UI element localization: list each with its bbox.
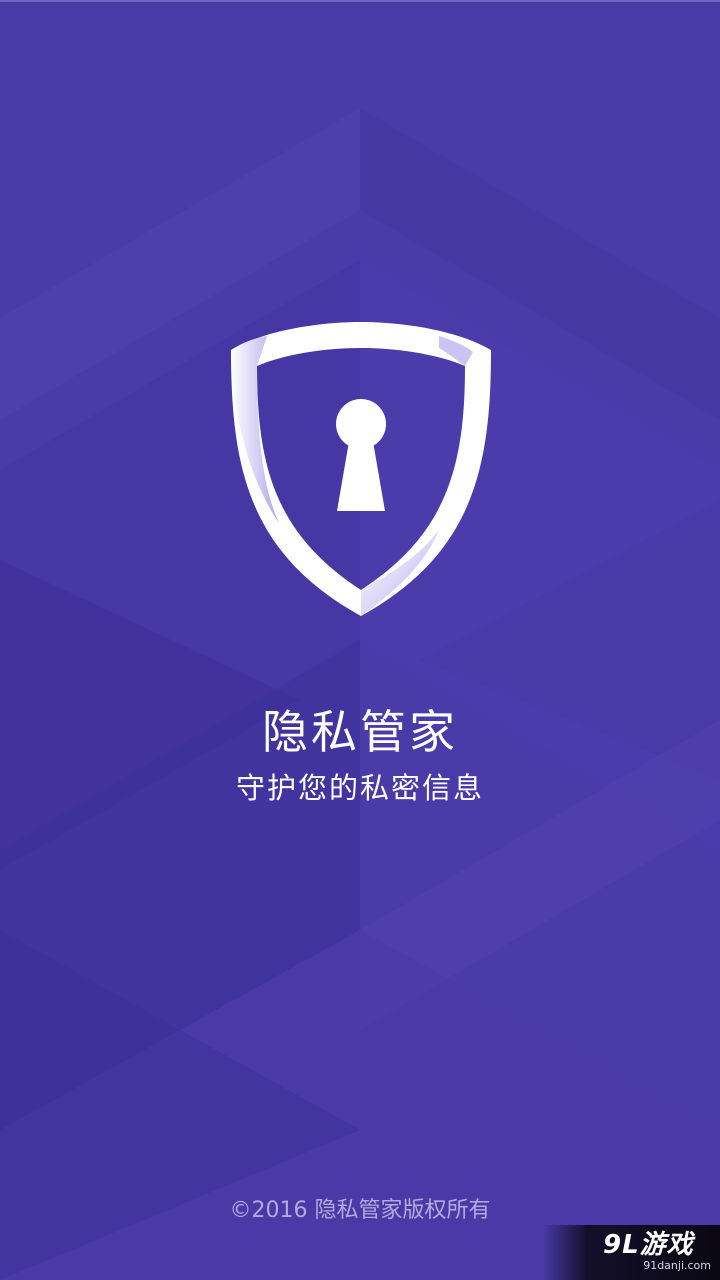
app-title: 隐私管家	[262, 705, 458, 759]
background-facets	[0, 108, 720, 1280]
watermark-logo: 9L游戏	[603, 1230, 694, 1260]
splash-screen: 隐私管家 守护您的私密信息 ©2016 隐私管家版权所有 9L游戏 91danj…	[0, 0, 720, 1280]
watermark-badge: 9L游戏 91danji.com	[543, 1225, 720, 1280]
status-bar-line	[0, 0, 720, 2]
app-tagline: 守护您的私密信息	[235, 771, 484, 805]
shield-keyhole-icon	[231, 322, 491, 616]
copyright-text: ©2016 隐私管家版权所有	[229, 1198, 491, 1223]
watermark-url: 91danji.com	[643, 1259, 711, 1272]
